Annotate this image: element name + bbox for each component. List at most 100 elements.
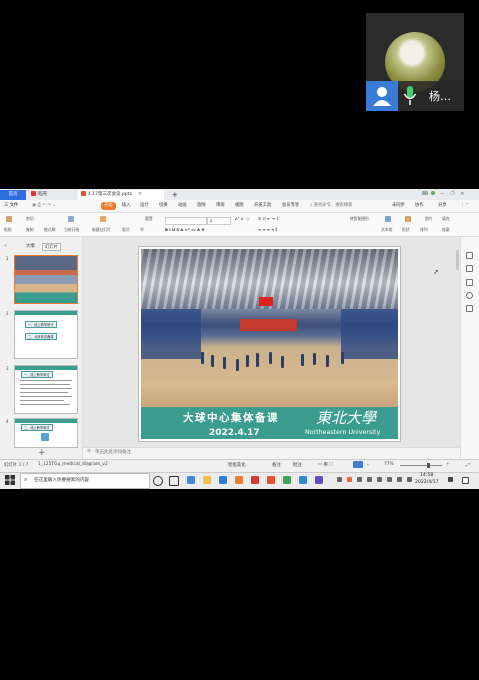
reset-button[interactable]: 重置 bbox=[145, 216, 153, 222]
text-box-button[interactable]: 文本框 bbox=[381, 227, 392, 233]
arrange-button[interactable]: 排列 bbox=[420, 227, 428, 233]
slide-thumbnail-3[interactable]: 一、线上教学研讨 bbox=[14, 365, 78, 414]
tab-daoke[interactable]: 稻壳 bbox=[28, 190, 72, 200]
notes-toggle-icon[interactable]: ≡ bbox=[87, 449, 91, 454]
notes-placeholder[interactable]: 单击此处添加备注 bbox=[95, 449, 131, 455]
mail-icon[interactable] bbox=[219, 476, 227, 484]
minimize-icon[interactable]: — bbox=[440, 192, 445, 197]
task-view-icon[interactable] bbox=[169, 476, 179, 486]
tab-document[interactable]: 4.17第三次会议.pptx ✕ bbox=[78, 190, 164, 200]
zoom-slider-handle[interactable] bbox=[427, 463, 430, 468]
layout-icon[interactable] bbox=[422, 191, 428, 195]
select-icon[interactable] bbox=[466, 279, 473, 286]
network-icon[interactable] bbox=[387, 477, 392, 482]
system-tray-icon[interactable] bbox=[357, 477, 362, 482]
add-slide-button[interactable]: + bbox=[38, 448, 46, 458]
file-explorer-icon[interactable] bbox=[203, 476, 211, 484]
edge-icon[interactable] bbox=[187, 476, 195, 484]
menu-review[interactable]: 审阅 bbox=[216, 202, 225, 210]
menu-slideshow[interactable]: 放映 bbox=[197, 202, 206, 210]
menu-animation[interactable]: 动画 bbox=[178, 202, 187, 210]
copy-button[interactable]: 复制 bbox=[26, 227, 34, 233]
more-icon[interactable]: ⋮ ⌃ bbox=[460, 202, 469, 210]
restore-icon[interactable]: ❐ bbox=[451, 192, 455, 197]
quick-access-icons[interactable]: ▣ ⎙ ↶ ↷ ⌄ bbox=[32, 202, 56, 210]
show-desktop-icon[interactable] bbox=[462, 477, 469, 484]
font-name-field[interactable] bbox=[165, 217, 207, 225]
outline-button[interactable]: 轮廓 bbox=[442, 227, 450, 233]
chrome-icon[interactable] bbox=[283, 476, 291, 484]
section-button[interactable]: 节 bbox=[140, 227, 144, 233]
menu-design[interactable]: 设计 bbox=[140, 202, 149, 210]
windows-start-icon[interactable] bbox=[4, 474, 16, 486]
command-search[interactable]: ⌕ 查找命令、搜索模板 bbox=[310, 202, 352, 210]
cut-button[interactable]: 剪切 bbox=[26, 216, 34, 222]
cortana-icon[interactable] bbox=[153, 476, 163, 486]
zoom-slider[interactable] bbox=[400, 465, 442, 466]
settings-icon[interactable] bbox=[466, 305, 473, 312]
format-painter-button[interactable]: 格式刷 bbox=[44, 227, 55, 233]
properties-icon[interactable] bbox=[466, 252, 473, 259]
menu-member[interactable]: 会员专享 bbox=[282, 202, 299, 210]
notification-icon[interactable] bbox=[448, 477, 453, 482]
meeting-app-icon[interactable] bbox=[299, 476, 307, 484]
play-from-current-button[interactable]: 当前开始 bbox=[64, 227, 79, 233]
slide-thumbnail-4[interactable]: 二、线上教学研讨 bbox=[14, 418, 78, 448]
collab-button[interactable]: 协作 bbox=[415, 202, 424, 210]
notes-button[interactable]: 备注 bbox=[272, 462, 281, 468]
vertical-scrollbar[interactable] bbox=[456, 250, 459, 270]
close-icon[interactable]: ✕ bbox=[138, 192, 142, 197]
new-slide-icon[interactable] bbox=[100, 216, 106, 222]
play-icon[interactable] bbox=[68, 216, 74, 222]
align-icons[interactable]: ≡ ≡ ≡ ≡ ⫼ bbox=[258, 227, 277, 232]
fill-button[interactable]: 填充 bbox=[442, 216, 450, 222]
text-box-icon[interactable] bbox=[385, 216, 391, 222]
fit-window-icon[interactable]: ⤢ bbox=[466, 462, 470, 468]
grow-shrink-font-icons[interactable]: A⁺ A⁻ ◇ bbox=[235, 216, 250, 221]
current-slide[interactable]: 大球中心集体备课 2022.4.17 東北大學 Northeastern Uni… bbox=[138, 246, 401, 442]
menu-transition[interactable]: 切换 bbox=[159, 202, 168, 210]
collapse-panel-icon[interactable]: « bbox=[4, 243, 7, 249]
account-avatar-icon[interactable] bbox=[431, 191, 435, 195]
text-format-icons[interactable]: B I U S A ×² ×₂ A ≡ bbox=[165, 227, 204, 232]
menu-view[interactable]: 视图 bbox=[235, 202, 244, 210]
app-icon[interactable] bbox=[315, 476, 323, 484]
shape-button[interactable]: 形状 bbox=[402, 227, 410, 233]
picture-button[interactable]: 图片 bbox=[425, 216, 433, 222]
paste-icon[interactable] bbox=[6, 216, 12, 222]
volume-icon[interactable] bbox=[377, 477, 382, 482]
tab-outline[interactable]: 大纲 bbox=[26, 243, 35, 249]
clock-date[interactable]: 2022/4/17 bbox=[415, 480, 439, 485]
convert-smartart-button[interactable]: 转智能图形 bbox=[350, 216, 369, 222]
list-icons[interactable]: ☰ ☷ ⇤ ⇥ ↕ bbox=[258, 216, 279, 221]
font-size-field[interactable]: 0 bbox=[207, 217, 231, 225]
clock-time[interactable]: 14:58 bbox=[420, 473, 433, 478]
unsynced-status[interactable]: 未同步 bbox=[392, 202, 405, 210]
zoom-value[interactable]: 77% bbox=[384, 462, 394, 467]
shape-icon[interactable] bbox=[405, 216, 411, 222]
tab-home[interactable]: 首页 bbox=[0, 190, 26, 200]
new-slide-button[interactable]: 新建幻灯片 bbox=[92, 227, 111, 233]
taskbar-search-placeholder[interactable]: 在这里输入你要搜索的内容 bbox=[34, 477, 89, 483]
zoom-in-icon[interactable]: + bbox=[446, 462, 450, 467]
layout-button[interactable]: 版式 bbox=[122, 227, 130, 233]
window-close-icon[interactable]: ✕ bbox=[461, 192, 465, 197]
paste-button[interactable]: 粘贴 bbox=[4, 227, 12, 233]
view-mode-icons[interactable]: ▭ ▦ ▢ bbox=[318, 462, 333, 467]
new-tab-button[interactable]: + bbox=[172, 190, 178, 200]
tab-slides[interactable]: 幻灯片 bbox=[42, 243, 61, 251]
menu-file[interactable]: 三 文件 bbox=[4, 202, 18, 210]
wps-icon[interactable] bbox=[235, 476, 243, 484]
smart-beautify-button[interactable]: 智能美化 bbox=[228, 462, 246, 468]
menu-developer[interactable]: 开发工具 bbox=[254, 202, 271, 210]
menu-start[interactable]: 开始 bbox=[101, 202, 116, 210]
system-tray-icon[interactable] bbox=[367, 477, 372, 482]
menu-insert[interactable]: 插入 bbox=[122, 202, 131, 210]
share-button[interactable]: 分享 bbox=[438, 202, 447, 210]
system-tray-icon[interactable] bbox=[347, 477, 352, 482]
presentation-app-icon[interactable] bbox=[267, 476, 275, 484]
language-icon[interactable] bbox=[397, 477, 402, 482]
input-method-icon[interactable] bbox=[407, 477, 412, 482]
slideshow-dropdown-icon[interactable]: ⌄ bbox=[366, 462, 370, 467]
comments-button[interactable]: 批注 bbox=[293, 462, 302, 468]
